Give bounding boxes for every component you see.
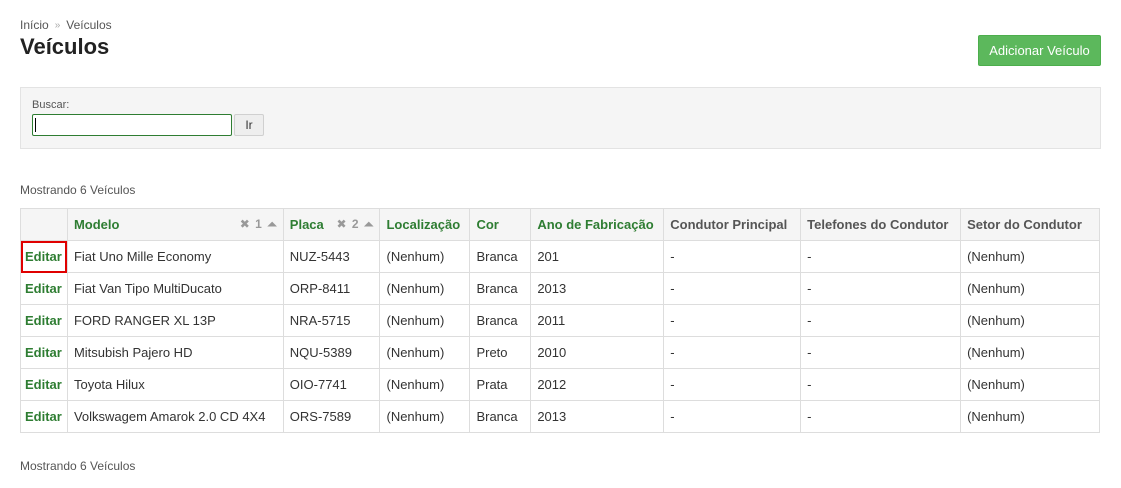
table-row: Editar Toyota Hilux OIO-7741 (Nenhum) Pr… xyxy=(20,368,1100,401)
cell-setor: (Nenhum) xyxy=(960,272,1100,305)
column-header-modelo[interactable]: Modelo ✖ 1 ⏶ xyxy=(66,208,284,241)
table-row: Editar FORD RANGER XL 13P NRA-5715 (Nenh… xyxy=(20,304,1100,337)
edit-cell: Editar xyxy=(20,400,68,433)
cell-cor: Preto xyxy=(469,336,532,369)
cell-setor: (Nenhum) xyxy=(960,240,1100,273)
cell-setor: (Nenhum) xyxy=(960,304,1100,337)
cell-ano: 201 xyxy=(530,240,665,273)
cell-ano: 2012 xyxy=(530,368,665,401)
cell-placa: NRA-5715 xyxy=(282,304,381,337)
cell-cor: Branca xyxy=(469,400,532,433)
edit-cell: Editar xyxy=(20,272,68,305)
vehicles-table: Modelo ✖ 1 ⏶ Placa ✖ 2 ⏶ Localização Cor… xyxy=(20,208,1100,433)
cell-modelo: Fiat Van Tipo MultiDucato xyxy=(66,272,284,305)
cell-modelo: Fiat Uno Mille Economy xyxy=(66,240,284,273)
cell-ano: 2013 xyxy=(530,272,665,305)
edit-link[interactable]: Editar xyxy=(25,281,62,296)
sort-priority-label: 2 xyxy=(351,217,359,231)
cell-placa: NUZ-5443 xyxy=(282,240,381,273)
cell-ano: 2013 xyxy=(530,400,665,433)
edit-cell: Editar xyxy=(20,336,68,369)
table-row: Editar Fiat Uno Mille Economy NUZ-5443 (… xyxy=(20,240,1100,273)
edit-cell: Editar xyxy=(20,304,68,337)
cell-cor: Prata xyxy=(469,368,532,401)
cell-modelo: Toyota Hilux xyxy=(66,368,284,401)
cell-telefones: - xyxy=(800,368,962,401)
cell-telefones: - xyxy=(800,400,962,433)
cell-condutor: - xyxy=(663,240,802,273)
column-header-setor-condutor: Setor do Condutor xyxy=(960,208,1100,241)
cell-cor: Branca xyxy=(469,304,532,337)
table-row: Editar Volkswagem Amarok 2.0 CD 4X4 ORS-… xyxy=(20,400,1100,433)
breadcrumb-current: Veículos xyxy=(66,18,112,32)
cell-condutor: - xyxy=(663,400,802,433)
edit-link[interactable]: Editar xyxy=(25,409,62,424)
cell-localizacao: (Nenhum) xyxy=(379,400,471,433)
text-cursor xyxy=(35,118,36,132)
table-row: Editar Mitsubish Pajero HD NQU-5389 (Nen… xyxy=(20,336,1100,369)
cell-localizacao: (Nenhum) xyxy=(379,336,471,369)
cell-placa: ORS-7589 xyxy=(282,400,381,433)
cell-ano: 2010 xyxy=(530,336,665,369)
cell-condutor: - xyxy=(663,368,802,401)
cell-telefones: - xyxy=(800,240,962,273)
cell-placa: NQU-5389 xyxy=(282,336,381,369)
cell-modelo: Mitsubish Pajero HD xyxy=(66,336,284,369)
cell-modelo: Volkswagem Amarok 2.0 CD 4X4 xyxy=(66,400,284,433)
edit-cell: Editar xyxy=(20,368,68,401)
edit-link[interactable]: Editar xyxy=(25,345,62,360)
search-label: Buscar: xyxy=(32,99,70,111)
results-count-bottom: Mostrando 6 Veículos xyxy=(20,459,136,473)
column-header-cor[interactable]: Cor xyxy=(469,208,532,241)
page-title: Veículos xyxy=(20,34,110,59)
remove-sort-icon[interactable]: ✖ xyxy=(240,217,250,231)
cell-cor: Branca xyxy=(469,240,532,273)
column-header-condutor-principal: Condutor Principal xyxy=(663,208,802,241)
column-header-telefones-condutor: Telefones do Condutor xyxy=(800,208,962,241)
cell-modelo: FORD RANGER XL 13P xyxy=(66,304,284,337)
sort-priority-label: 1 xyxy=(255,217,262,231)
breadcrumb-home-link[interactable]: Início xyxy=(20,18,49,32)
table-row: Editar Fiat Van Tipo MultiDucato ORP-841… xyxy=(20,272,1100,305)
cell-placa: ORP-8411 xyxy=(282,272,381,305)
search-go-button[interactable]: Ir xyxy=(234,114,264,136)
cell-telefones: - xyxy=(800,272,962,305)
sort-ascending-icon[interactable]: ⏶ xyxy=(267,217,277,231)
cell-localizacao: (Nenhum) xyxy=(379,240,471,273)
sort-ascending-icon[interactable]: ⏶ xyxy=(364,217,374,231)
edit-link[interactable]: Editar xyxy=(25,377,62,392)
edit-link[interactable]: Editar xyxy=(25,313,62,328)
column-header-placa[interactable]: Placa ✖ 2 ⏶ xyxy=(282,208,381,241)
column-header-localizacao[interactable]: Localização xyxy=(379,208,471,241)
cell-cor: Branca xyxy=(469,272,532,305)
column-header-ano-fabricacao[interactable]: Ano de Fabricação xyxy=(530,208,665,241)
column-header-actions xyxy=(20,208,68,241)
cell-localizacao: (Nenhum) xyxy=(379,272,471,305)
cell-setor: (Nenhum) xyxy=(960,368,1100,401)
search-panel: Buscar: Ir xyxy=(20,87,1101,149)
cell-setor: (Nenhum) xyxy=(960,400,1100,433)
column-header-label: Placa xyxy=(289,217,324,232)
breadcrumb-separator: » xyxy=(54,19,61,31)
cell-localizacao: (Nenhum) xyxy=(379,368,471,401)
search-input[interactable] xyxy=(32,114,232,136)
cell-localizacao: (Nenhum) xyxy=(379,304,471,337)
cell-setor: (Nenhum) xyxy=(960,336,1100,369)
cell-condutor: - xyxy=(663,272,802,305)
cell-telefones: - xyxy=(800,304,962,337)
cell-telefones: - xyxy=(800,336,962,369)
remove-sort-icon[interactable]: ✖ xyxy=(336,217,346,231)
cell-condutor: - xyxy=(663,336,802,369)
column-header-label: Modelo xyxy=(73,217,120,232)
cell-placa: OIO-7741 xyxy=(282,368,381,401)
breadcrumb: Início » Veículos xyxy=(20,18,112,32)
cell-condutor: - xyxy=(663,304,802,337)
results-count-top: Mostrando 6 Veículos xyxy=(20,183,136,197)
cell-ano: 2011 xyxy=(530,304,665,337)
edit-link[interactable]: Editar xyxy=(25,249,62,264)
add-vehicle-button[interactable]: Adicionar Veículo xyxy=(978,35,1101,66)
edit-cell-highlighted: Editar xyxy=(20,240,68,273)
table-header-row: Modelo ✖ 1 ⏶ Placa ✖ 2 ⏶ Localização Cor… xyxy=(20,208,1100,241)
